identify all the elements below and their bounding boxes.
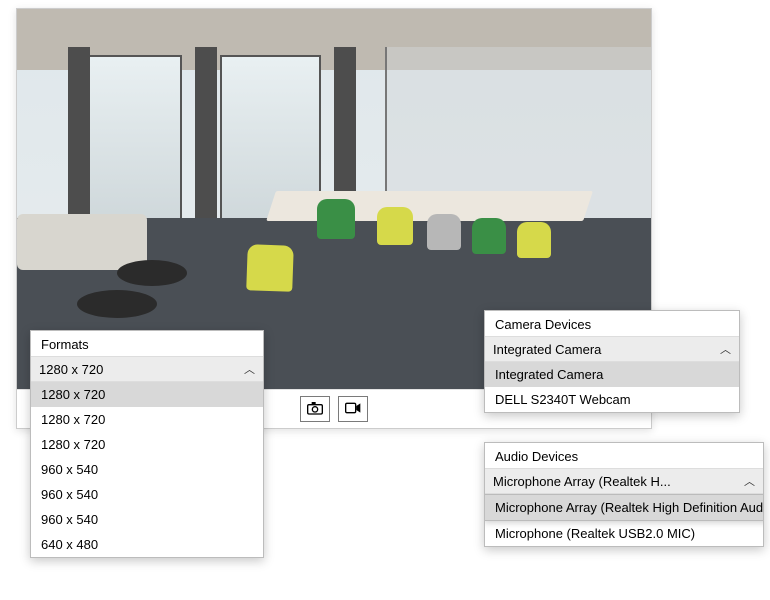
camera-devices-panel: Camera Devices Integrated Camera ︿ Integ… bbox=[484, 310, 740, 413]
formats-list[interactable]: 1280 x 7201280 x 7201280 x 720960 x 5409… bbox=[31, 382, 263, 557]
formats-option[interactable]: 960 x 540 bbox=[31, 507, 263, 532]
formats-option[interactable]: 960 x 540 bbox=[31, 482, 263, 507]
audio-option[interactable]: Microphone (Realtek USB2.0 MIC) bbox=[485, 521, 763, 546]
audio-list[interactable]: Microphone Array (Realtek High Definitio… bbox=[485, 494, 763, 546]
formats-title: Formats bbox=[31, 331, 263, 356]
video-icon bbox=[345, 401, 361, 418]
camera-option[interactable]: Integrated Camera bbox=[485, 362, 739, 387]
camera-selected-label: Integrated Camera bbox=[493, 342, 601, 357]
camera-icon bbox=[307, 401, 323, 418]
camera-devices-title: Camera Devices bbox=[485, 311, 739, 336]
audio-option[interactable]: Microphone Array (Realtek High Definitio… bbox=[485, 494, 763, 521]
audio-combo[interactable]: Microphone Array (Realtek H... ︿ bbox=[485, 468, 763, 494]
formats-panel: Formats 1280 x 720 ︿ 1280 x 7201280 x 72… bbox=[30, 330, 264, 558]
audio-selected-label: Microphone Array (Realtek H... bbox=[493, 474, 671, 489]
formats-option[interactable]: 960 x 540 bbox=[31, 457, 263, 482]
camera-combo[interactable]: Integrated Camera ︿ bbox=[485, 336, 739, 362]
formats-option[interactable]: 1280 x 720 bbox=[31, 432, 263, 457]
chevron-up-icon: ︿ bbox=[744, 473, 755, 489]
chevron-up-icon: ︿ bbox=[244, 361, 255, 377]
formats-option[interactable]: 1280 x 720 bbox=[31, 382, 263, 407]
chevron-up-icon: ︿ bbox=[720, 341, 731, 357]
formats-combo[interactable]: 1280 x 720 ︿ bbox=[31, 356, 263, 382]
formats-option[interactable]: 640 x 480 bbox=[31, 532, 263, 557]
audio-devices-title: Audio Devices bbox=[485, 443, 763, 468]
audio-devices-panel: Audio Devices Microphone Array (Realtek … bbox=[484, 442, 764, 547]
formats-selected-label: 1280 x 720 bbox=[39, 362, 103, 377]
snapshot-button[interactable] bbox=[300, 396, 330, 422]
camera-list[interactable]: Integrated CameraDELL S2340T Webcam bbox=[485, 362, 739, 412]
formats-option[interactable]: 1280 x 720 bbox=[31, 407, 263, 432]
record-button[interactable] bbox=[338, 396, 368, 422]
camera-option[interactable]: DELL S2340T Webcam bbox=[485, 387, 739, 412]
